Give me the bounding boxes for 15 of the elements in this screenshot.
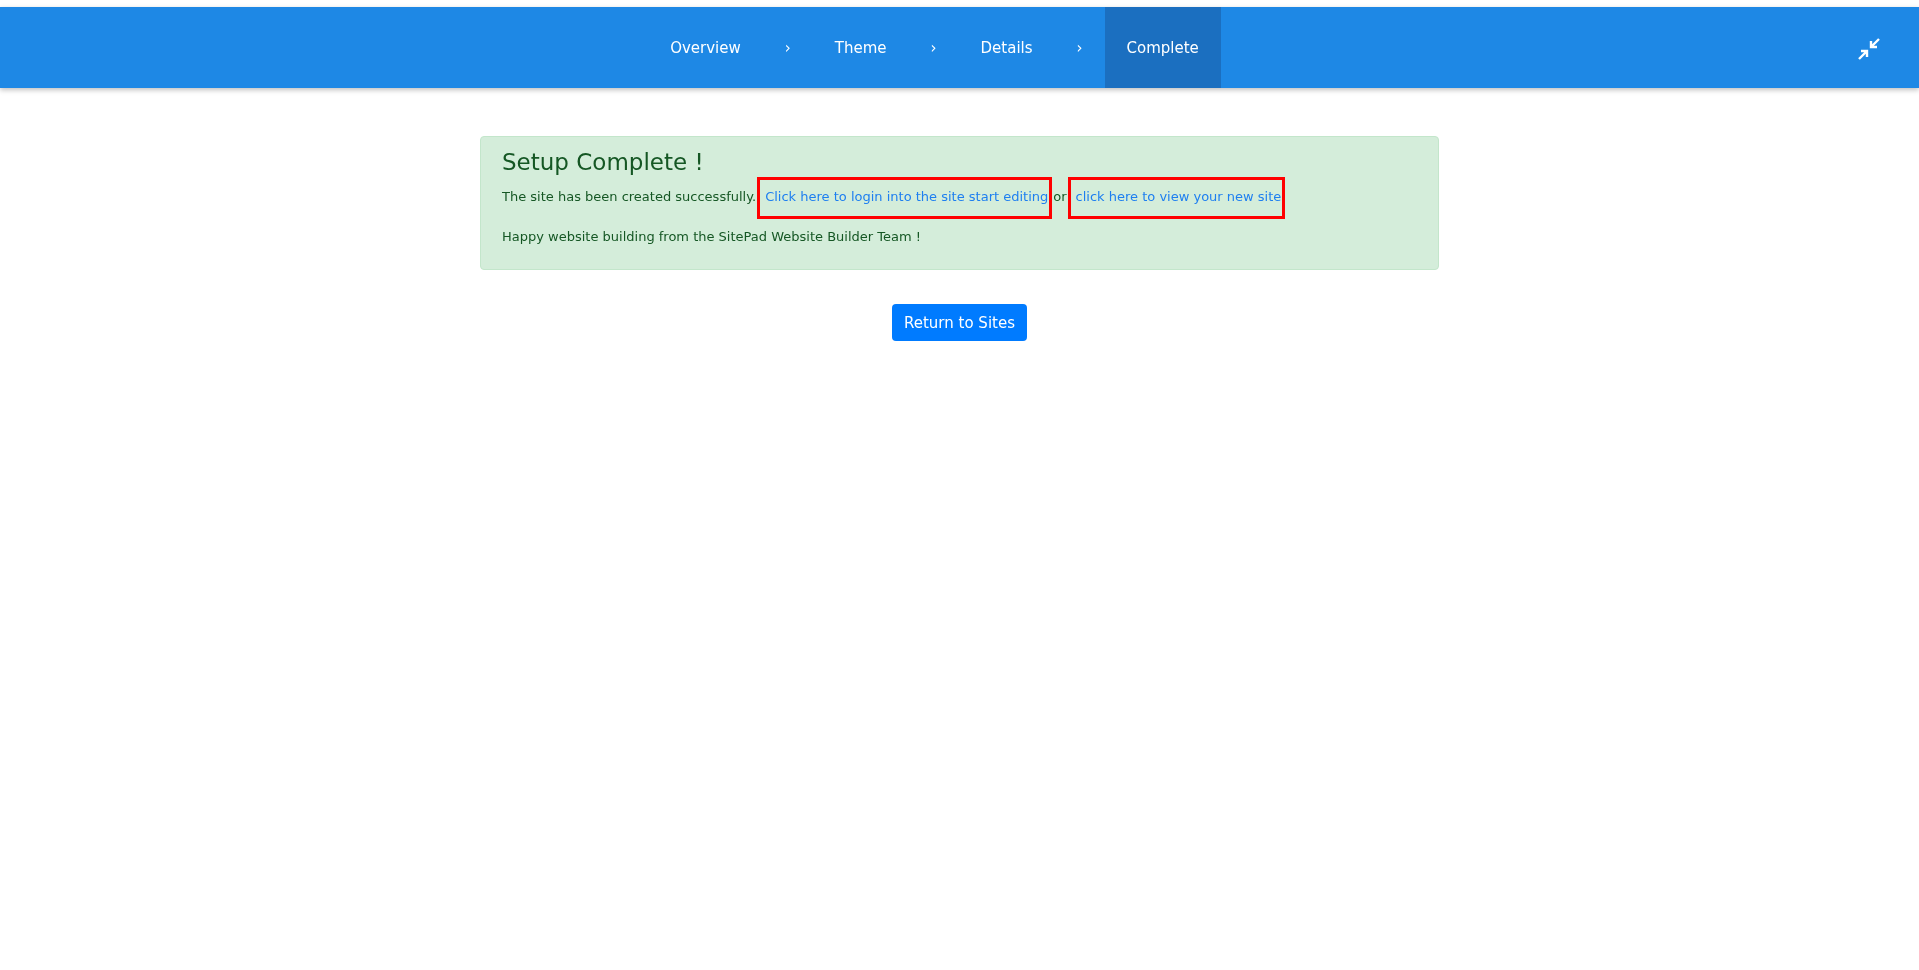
closing-message: Happy website building from the SitePad Website Builder Team ! xyxy=(502,228,922,246)
success-message: The site has been created successfully. xyxy=(502,189,757,204)
step-separator: › xyxy=(929,37,938,59)
step-separator: › xyxy=(1075,37,1084,59)
wizard-step-tab[interactable]: Details xyxy=(958,7,1055,88)
alert-title: Setup Complete ! xyxy=(502,149,705,175)
site-link[interactable]: click here to view your new site xyxy=(1075,189,1282,204)
return-button[interactable]: Return to Sites xyxy=(892,304,1027,341)
wizard-step-tab[interactable]: Complete xyxy=(1104,7,1221,88)
joiner-text: or xyxy=(1053,189,1067,204)
step-separator: › xyxy=(783,37,792,59)
site-link[interactable]: Click here to login into the site start editing xyxy=(765,189,1049,204)
wizard-step-tab[interactable]: Overview xyxy=(648,7,763,88)
wizard-step-tab[interactable]: Theme xyxy=(812,7,909,88)
collapse-icon[interactable] xyxy=(1857,37,1881,61)
